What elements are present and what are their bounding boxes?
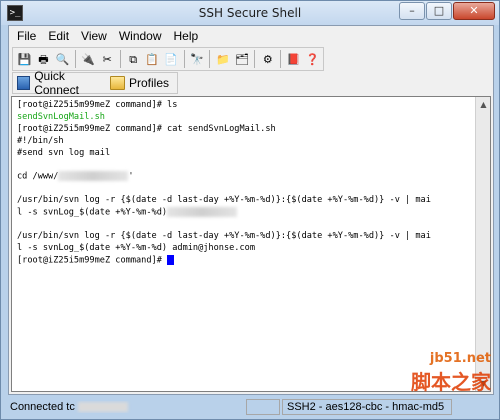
paste-button[interactable]: 📋 [144,51,161,68]
terminal-output: [root@iZ25i5m99meZ command]# ls sendSvnLo… [17,100,479,266]
ssh-client-window: >_ SSH Secure Shell – □ ✕ File Edit View… [0,0,500,420]
terminal-line-text: l -s svnLog_$(date +%Y-%m-%d) admin@jhon… [17,242,255,253]
terminal-line-text: cd /www/ [17,171,59,182]
context-help-icon: ❓ [305,52,320,66]
quick-connect-label: Quick Connect [34,69,79,97]
quick-connect-icon [17,76,31,90]
terminal-line: /usr/bin/svn log -r {$(date -d last-day … [17,195,479,207]
disconnect-button[interactable]: ✂ [99,51,116,68]
client-area: File Edit View Window Help 💾 🖶 🔍 🔌 ✂ ⧉ 📋 📄 🔭 📁 🗂 ⚙ 📕… [8,25,494,395]
disconnect-icon: ✂ [102,52,112,66]
terminal-line-text: #!/bin/sh [17,135,64,146]
print-preview-button[interactable]: 🔍 [54,51,71,68]
connect-icon: 🔌 [81,52,96,66]
status-cell-blank [246,399,280,415]
folder-icon [109,76,125,90]
terminal-line: [root@iZ25i5m99meZ command]# cat sendSvn… [17,124,479,136]
site-watermark: jb51.net 脚本之家 [411,351,491,395]
terminal-line-text: sendSvnLogMail.sh [17,111,105,122]
toolbar-separator [119,50,121,68]
help-book-icon: 📕 [286,52,301,66]
menu-help[interactable]: Help [174,29,199,43]
toolbar-separator [254,50,256,68]
print-preview-icon: 🔍 [55,52,70,66]
protocol-status: SSH2 - aes128-cbc - hmac-md5 [282,399,452,415]
terminal-line-text: #send svn log mail [17,147,111,158]
file-transfer-icon: 📁 [216,52,230,66]
terminal-pane[interactable]: [root@iZ25i5m99meZ command]# ls sendSvnLo… [11,96,491,392]
terminal-line: #send svn log mail [17,148,479,160]
settings-button[interactable]: ⚙ [259,51,276,68]
paste-special-icon: 📄 [164,52,178,66]
paste-icon: 📋 [145,52,159,66]
toolbar-separator [209,50,211,68]
terminal-line-text: /usr/bin/svn log -r {$(date -d last-day … [17,195,431,206]
terminal-line-text: [root@iZ25i5m99meZ command]# cat sendSvn… [17,123,276,134]
print-button[interactable]: 🖶 [35,51,52,68]
menu-view[interactable]: View [81,29,107,43]
connection-status-text: Connected tc [10,401,75,413]
terminal-line: l -s svnLog_$(date +%Y-%m-%d) admin@jhon… [17,243,479,255]
terminal-line: l -s svnLog_$(date +%Y-%m-%d) [17,207,479,219]
terminal-line: sendSvnLogMail.sh [17,112,479,124]
toolbar-separator [183,50,185,68]
toolbar-separator [280,50,282,68]
status-bar: Connected tc SSH2 - aes128-cbc - hmac-md… [8,397,494,417]
terminal-line: [root@iZ25i5m99meZ command]# [17,254,479,267]
terminal-cursor [167,254,175,265]
maximize-button[interactable]: □ [426,2,452,20]
menu-edit[interactable]: Edit [48,29,69,43]
profiles-button[interactable]: Profiles [109,76,169,90]
terminal-line: #!/bin/sh [17,136,479,148]
close-button[interactable]: ✕ [453,2,495,20]
terminal-scrollbar[interactable]: ▲ ▼ [475,97,490,391]
scroll-up-icon[interactable]: ▲ [476,97,490,112]
find-icon: 🔭 [190,52,204,66]
print-icon: 🖶 [38,52,49,66]
terminal-line-text: [root@iZ25i5m99meZ command]# ls [17,100,178,110]
connection-toolbar: Quick Connect Profiles [12,69,178,97]
terminal-line: [root@iZ25i5m99meZ command]# ls [17,100,479,112]
watermark-domain: jb51.net [429,351,491,366]
window-controls: – □ ✕ [398,2,495,20]
main-toolbar: 💾 🖶 🔍 🔌 ✂ ⧉ 📋 📄 🔭 📁 🗂 ⚙ 📕 ❓ [12,47,324,71]
menu-bar: File Edit View Window Help [9,26,493,46]
redacted-text [58,171,129,182]
settings-icon: ⚙ [262,52,273,66]
find-button[interactable]: 🔭 [189,51,206,68]
terminal-line: cd /www/ ' [17,171,479,183]
copy-button[interactable]: ⧉ [125,51,142,68]
terminal-line-text: [root@iZ25i5m99meZ command]# [17,255,168,266]
title-bar[interactable]: >_ SSH Secure Shell – □ ✕ [1,1,499,25]
quick-connect-button[interactable]: Quick Connect [17,69,102,97]
watermark-brand: 脚本之家 [411,370,491,394]
help-book-button[interactable]: 📕 [285,51,302,68]
save-button[interactable]: 💾 [16,51,33,68]
redacted-host [77,402,128,413]
new-window-icon: 🗂 [234,52,249,66]
file-transfer-button[interactable]: 📁 [214,51,231,68]
terminal-line-text: l -s svnLog_$(date +%Y-%m-%d) [17,207,168,218]
menu-file[interactable]: File [17,29,36,43]
terminal-line-suffix: ' [128,171,134,182]
toolbar-separator [74,50,76,68]
copy-icon: ⧉ [129,52,138,66]
minimize-button[interactable]: – [399,2,425,20]
redacted-text [167,207,238,218]
context-help-button[interactable]: ❓ [304,51,321,68]
profiles-label: Profiles [128,76,169,90]
terminal-line-text: /usr/bin/svn log -r {$(date -d last-day … [17,230,431,241]
connection-status: Connected tc [8,401,244,413]
paste-special-button[interactable]: 📄 [163,51,180,68]
terminal-line: /usr/bin/svn log -r {$(date -d last-day … [17,231,479,243]
new-window-button[interactable]: 🗂 [233,51,250,68]
connect-button[interactable]: 🔌 [80,51,97,68]
save-icon: 💾 [17,52,32,66]
menu-window[interactable]: Window [119,29,162,43]
